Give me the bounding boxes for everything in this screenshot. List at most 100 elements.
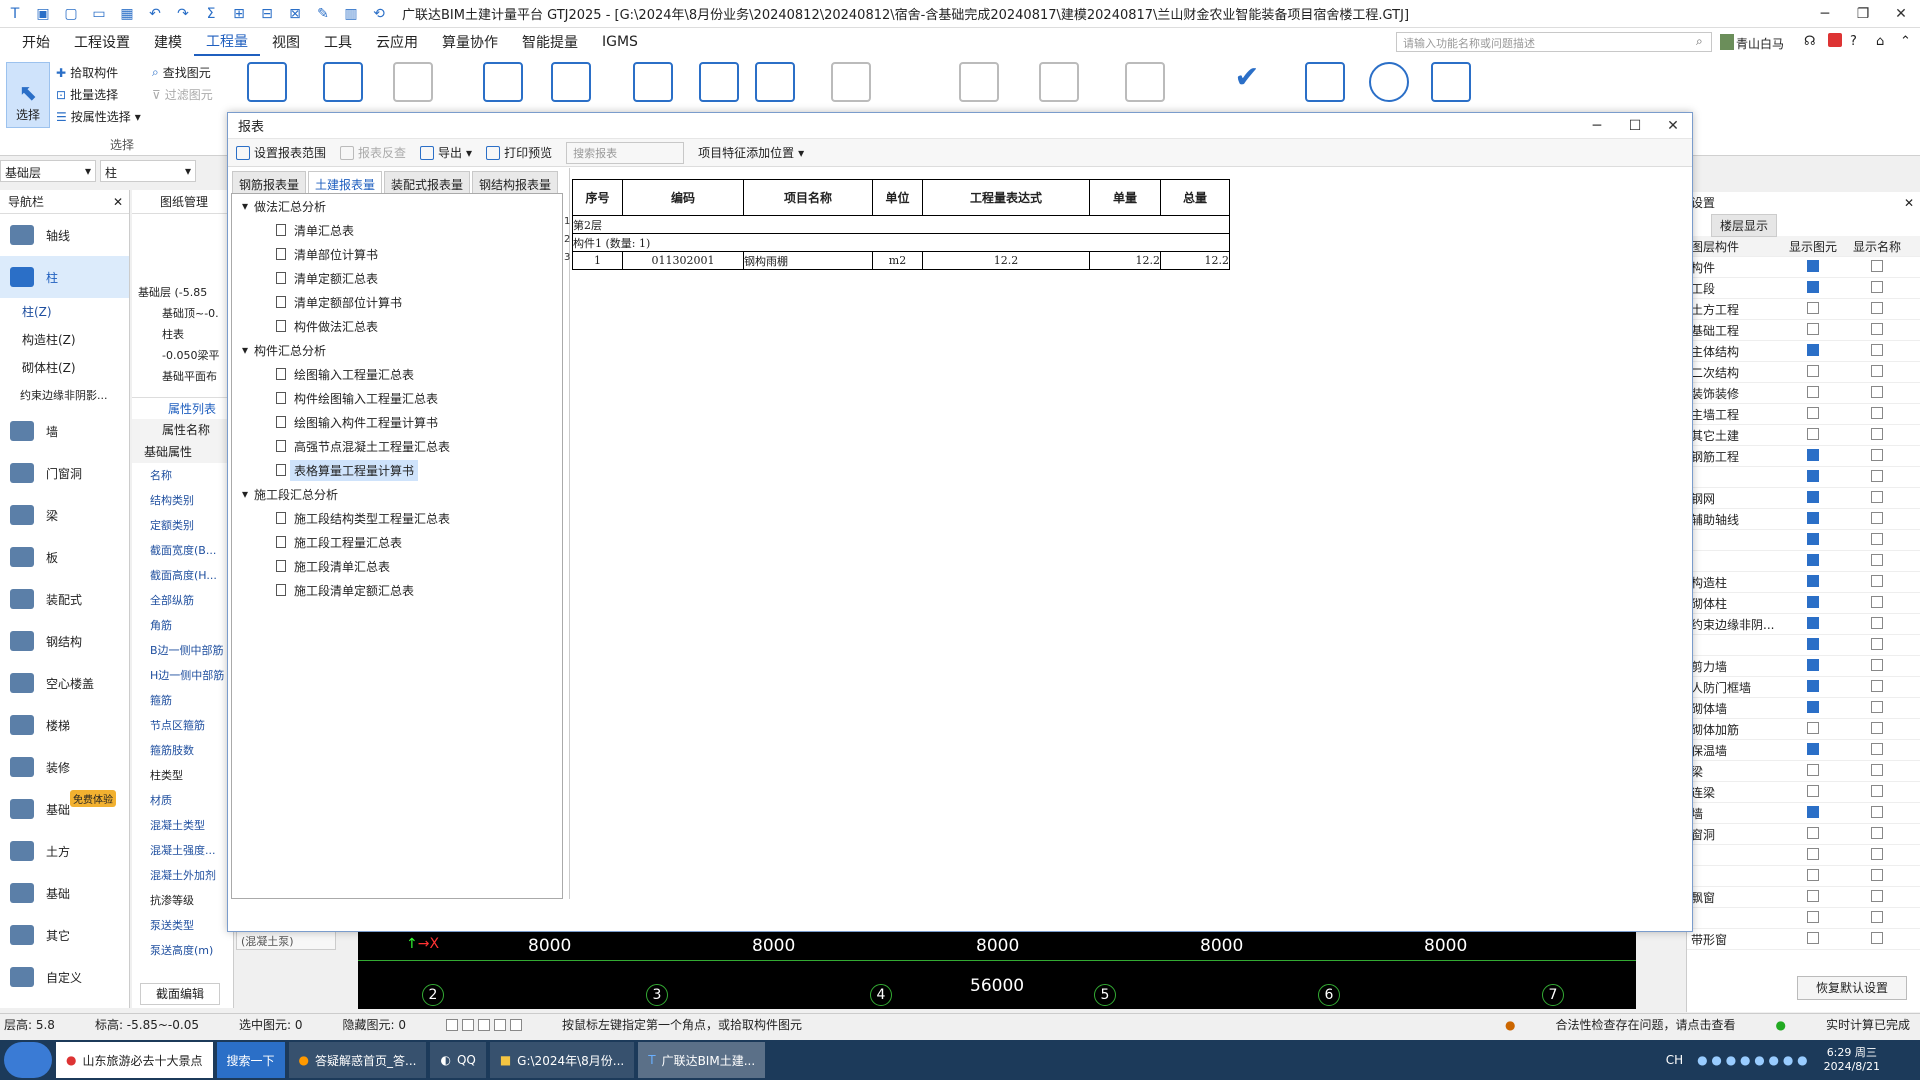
- ribbon-sum-button[interactable]: [314, 60, 372, 118]
- table-cell[interactable]: 12.2: [1089, 251, 1161, 270]
- table-cell[interactable]: m2: [872, 251, 923, 270]
- show-name-checkbox[interactable]: [1871, 784, 1883, 797]
- attr-list-header[interactable]: 属性列表: [132, 397, 233, 419]
- taskbar-browser-tab[interactable]: ● 山东旅游必去十大景点: [56, 1042, 213, 1078]
- layer-row[interactable]: 墙: [1687, 803, 1920, 824]
- show-name-checkbox[interactable]: [1871, 406, 1883, 419]
- close-icon[interactable]: ✕: [113, 190, 123, 214]
- show-element-checkbox[interactable]: [1807, 553, 1819, 566]
- show-element-checkbox[interactable]: [1807, 700, 1819, 713]
- restore-default-button[interactable]: 恢复默认设置: [1797, 976, 1907, 1000]
- show-name-checkbox[interactable]: [1871, 469, 1883, 482]
- tool-icon-5[interactable]: ▥: [342, 5, 360, 23]
- find-element-button[interactable]: ⌕ 查找图元: [152, 64, 211, 81]
- close-icon[interactable]: ✕: [1904, 192, 1914, 214]
- show-name-checkbox[interactable]: [1871, 301, 1883, 314]
- drawing-tree-item[interactable]: -0.050梁平: [138, 345, 233, 366]
- show-element-checkbox[interactable]: [1807, 301, 1819, 314]
- show-name-checkbox[interactable]: [1871, 385, 1883, 398]
- cad-canvas[interactable]: ↑→X 8000 8000 8000 8000 8000 56000 2 3 4…: [358, 932, 1636, 1009]
- open-icon[interactable]: ▭: [90, 5, 108, 23]
- layer-row[interactable]: 工段: [1687, 278, 1920, 299]
- new-file-icon[interactable]: ▢: [62, 5, 80, 23]
- layer-row[interactable]: 砌体柱: [1687, 593, 1920, 614]
- table-cell[interactable]: 12.2: [922, 251, 1090, 270]
- table-row[interactable]: 1 011302001 钢构雨棚 m2 12.2 12.2 12.2: [572, 251, 1230, 270]
- attr-item[interactable]: B边一侧中部筋: [150, 638, 233, 663]
- show-name-checkbox[interactable]: [1871, 826, 1883, 839]
- show-element-checkbox[interactable]: [1807, 889, 1819, 902]
- nav-prefab[interactable]: 装配式: [0, 578, 129, 620]
- menu-view[interactable]: 视图: [260, 32, 312, 52]
- tool-icon-6[interactable]: ⟲: [370, 5, 388, 23]
- nav-sub-constructional-column[interactable]: 构造柱(Z): [0, 326, 129, 354]
- show-name-checkbox[interactable]: [1871, 847, 1883, 860]
- show-name-checkbox[interactable]: [1871, 931, 1883, 944]
- tree-leaf[interactable]: 绘图输入工程量汇总表: [232, 362, 562, 386]
- show-element-checkbox[interactable]: [1807, 742, 1819, 755]
- layer-row[interactable]: 保温墙: [1687, 740, 1920, 761]
- taskbar-search[interactable]: 搜索一下: [216, 1042, 285, 1078]
- layer-row[interactable]: 飘窗: [1687, 887, 1920, 908]
- tree-leaf[interactable]: 清单定额部位计算书: [232, 290, 562, 314]
- tree-leaf[interactable]: 施工段清单定额汇总表: [232, 578, 562, 602]
- tool-icon-1[interactable]: ⊞: [230, 5, 248, 23]
- show-name-checkbox[interactable]: [1871, 868, 1883, 881]
- layer-row[interactable]: 钢网: [1687, 488, 1920, 509]
- show-name-checkbox[interactable]: [1871, 490, 1883, 503]
- redo-icon[interactable]: ↷: [174, 5, 192, 23]
- ribbon-cloud-button[interactable]: [1360, 60, 1418, 118]
- show-element-checkbox[interactable]: [1807, 448, 1819, 461]
- nav-foundation-pro[interactable]: 基础 免费体验: [0, 788, 129, 830]
- menu-igms[interactable]: IGMS: [590, 34, 650, 50]
- show-element-checkbox[interactable]: [1807, 784, 1819, 797]
- avatar[interactable]: [1720, 34, 1734, 50]
- attr-item[interactable]: 混凝土类型: [150, 813, 233, 838]
- taskbar-gtj[interactable]: T 广联达BIM土建...: [638, 1042, 766, 1078]
- menu-collab[interactable]: 算量协作: [430, 32, 510, 52]
- layer-row[interactable]: 装饰装修: [1687, 383, 1920, 404]
- layer-row[interactable]: 梁: [1687, 761, 1920, 782]
- snap-icon[interactable]: [461, 1018, 474, 1031]
- layer-row[interactable]: 辅助轴线: [1687, 509, 1920, 530]
- layer-row[interactable]: 砌体墙: [1687, 698, 1920, 719]
- table-cell[interactable]: 011302001: [622, 251, 744, 270]
- show-element-checkbox[interactable]: [1807, 805, 1819, 818]
- tool-icon-2[interactable]: ⊟: [258, 5, 276, 23]
- ribbon-calc-button[interactable]: [238, 60, 296, 118]
- help-icon[interactable]: ?: [1850, 34, 1857, 49]
- warning-icon[interactable]: ●: [1505, 1018, 1515, 1032]
- show-name-checkbox[interactable]: [1871, 721, 1883, 734]
- nav-steel[interactable]: 钢结构: [0, 620, 129, 662]
- layer-row[interactable]: 钢筋工程: [1687, 446, 1920, 467]
- axis-bubble[interactable]: 2: [422, 984, 444, 1006]
- show-name-checkbox[interactable]: [1871, 259, 1883, 272]
- show-element-checkbox[interactable]: [1807, 637, 1819, 650]
- show-element-checkbox[interactable]: [1807, 910, 1819, 923]
- show-element-checkbox[interactable]: [1807, 385, 1819, 398]
- show-name-checkbox[interactable]: [1871, 742, 1883, 755]
- tree-leaf[interactable]: 清单汇总表: [232, 218, 562, 242]
- floor-cell[interactable]: 第2层: [572, 215, 1230, 234]
- drawing-tree-item[interactable]: 柱表: [138, 324, 233, 345]
- message-icon[interactable]: [1828, 33, 1842, 47]
- show-name-checkbox[interactable]: [1871, 448, 1883, 461]
- show-name-checkbox[interactable]: [1871, 658, 1883, 671]
- pump-type-value[interactable]: (混凝土泵): [236, 930, 336, 950]
- layer-row[interactable]: 构件: [1687, 257, 1920, 278]
- show-element-checkbox[interactable]: [1807, 868, 1819, 881]
- nav-sub-constraint-edge[interactable]: 约束边缘非阴影...: [0, 382, 129, 410]
- calc-icon[interactable]: Σ: [202, 5, 220, 23]
- drawing-tree-item[interactable]: 基础顶~-0.: [138, 303, 233, 324]
- nav-other[interactable]: 其它: [0, 914, 129, 956]
- show-element-checkbox[interactable]: [1807, 826, 1819, 839]
- ime-indicator[interactable]: CH: [1666, 1053, 1683, 1067]
- attr-item[interactable]: 角筋: [150, 613, 233, 638]
- tab-floor-display[interactable]: 楼层显示: [1711, 213, 1778, 237]
- layer-row[interactable]: 构造柱: [1687, 572, 1920, 593]
- show-name-checkbox[interactable]: [1871, 889, 1883, 902]
- attr-item[interactable]: H边一侧中部筋: [150, 663, 233, 688]
- minimize-icon[interactable]: ─: [1578, 118, 1616, 134]
- show-name-checkbox[interactable]: [1871, 595, 1883, 608]
- nav-sub-column[interactable]: 柱(Z): [0, 298, 129, 326]
